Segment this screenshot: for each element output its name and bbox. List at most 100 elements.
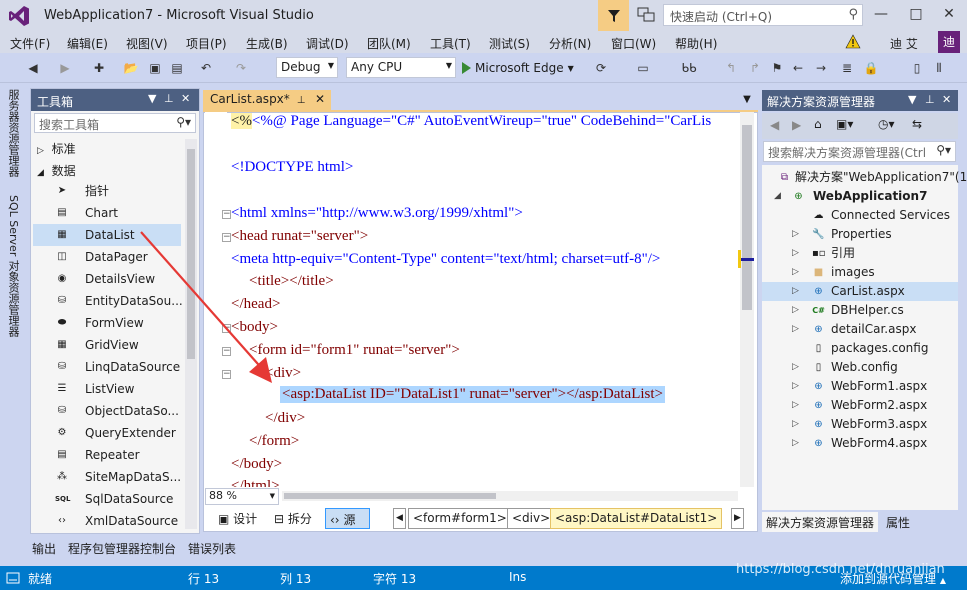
tab-carlist-aspx[interactable]: CarList.aspx* ⊥ ✕ xyxy=(203,90,331,110)
close-icon[interactable]: ✕ xyxy=(315,92,325,106)
tree-item-connected-services[interactable]: ☁ Connected Services xyxy=(762,206,958,225)
tree-item-web-config[interactable]: ▷ ▯ Web.config xyxy=(762,358,958,377)
solution-platform-select[interactable]: Any CPU ▼ xyxy=(346,57,456,78)
tree-item-images[interactable]: ▷ ■ images xyxy=(762,263,958,282)
tree-item-properties[interactable]: ▷ 🔧 Properties xyxy=(762,225,958,244)
editor-scroll-thumb[interactable] xyxy=(742,125,752,310)
server-explorer-tab[interactable]: 服务器资源管理器 xyxy=(5,89,21,177)
save-icon[interactable]: ▣ xyxy=(146,59,164,77)
menu-window[interactable]: 窗口(W) xyxy=(611,35,656,52)
breadcrumb-form[interactable]: <form#form1> xyxy=(408,508,512,529)
forward-icon[interactable]: ▶ xyxy=(792,118,801,132)
fold-toggle-icon[interactable]: − xyxy=(222,370,231,379)
tree-item-packages-config[interactable]: ▯ packages.config xyxy=(762,339,958,358)
breadcrumb-prev-button[interactable]: ◀ xyxy=(393,508,406,529)
step-forward-icon[interactable]: ↱ xyxy=(746,59,764,77)
pending-changes-icon[interactable]: ◷▾ xyxy=(878,117,895,131)
sql-server-object-explorer-tab[interactable]: SQL Server 对象资源管理器 xyxy=(5,195,21,337)
warning-icon[interactable] xyxy=(845,34,861,49)
minimize-button[interactable]: — xyxy=(871,4,891,24)
tree-item-webform1-aspx[interactable]: ▷ ⊕ WebForm1.aspx xyxy=(762,377,958,396)
breadcrumb-datalist[interactable]: <asp:DataList#DataList1> xyxy=(550,508,723,529)
toolbox-search-input[interactable]: 搜索工具箱 ⚲▾ xyxy=(34,113,196,133)
toolbox-item-objectdatasource[interactable]: ⛁ ObjectDataSo... xyxy=(33,400,181,422)
pin-icon[interactable]: ⊥ xyxy=(925,93,935,106)
toolbox-item-xmldatasource[interactable]: ‹› XmlDataSource xyxy=(33,510,181,532)
menu-team[interactable]: 团队(M) xyxy=(367,35,411,52)
breadcrumb-div[interactable]: <div> xyxy=(507,508,556,529)
expand-arrow-icon[interactable]: ▷ xyxy=(792,263,799,282)
close-icon[interactable]: ✕ xyxy=(942,93,951,106)
menu-view[interactable]: 视图(V) xyxy=(126,35,168,52)
menu-help[interactable]: 帮助(H) xyxy=(675,35,717,52)
toolbox-item-detailsview[interactable]: ◉ DetailsView xyxy=(33,268,181,290)
window-position-icon[interactable]: ▼ xyxy=(148,92,156,105)
fold-toggle-icon[interactable]: − xyxy=(222,324,231,333)
refresh-icon[interactable]: ⟳ xyxy=(592,59,610,77)
tab-error-list[interactable]: 错误列表 xyxy=(188,540,236,557)
expand-arrow-icon[interactable]: ▷ xyxy=(792,320,799,339)
back-icon[interactable]: ◀ xyxy=(24,59,42,77)
tree-item-webform2-aspx[interactable]: ▷ ⊕ WebForm2.aspx xyxy=(762,396,958,415)
tree-solution-node[interactable]: ⧉ 解决方案"WebApplication7"(1 xyxy=(762,168,967,187)
forward-icon[interactable]: ▶ xyxy=(56,59,74,77)
toolbar-options-icon[interactable]: ᑲᑲ xyxy=(680,59,698,77)
toolbox-item-queryextender[interactable]: ⚙ QueryExtender xyxy=(33,422,181,444)
save-all-icon[interactable]: ▤ xyxy=(168,59,186,77)
window-position-icon[interactable]: ▼ xyxy=(908,93,916,106)
nav-forward-icon[interactable]: → xyxy=(812,59,830,77)
menu-analyze[interactable]: 分析(N) xyxy=(549,35,591,52)
menu-test[interactable]: 测试(S) xyxy=(489,35,530,52)
undo-icon[interactable]: ↶ xyxy=(197,59,215,77)
nav-back-icon[interactable]: ← xyxy=(789,59,807,77)
tab-properties[interactable]: 属性 xyxy=(882,512,914,532)
toolbox-item-listview[interactable]: ☰ ListView xyxy=(33,378,181,400)
split-view-button[interactable]: ⊟ 拆分 xyxy=(270,508,316,529)
zoom-select[interactable]: 88 % ▼ xyxy=(205,488,279,505)
document-icon[interactable]: ▯ xyxy=(908,59,926,77)
start-debugging-button[interactable]: Microsoft Edge ▼ xyxy=(462,57,574,79)
notification-filter-button[interactable] xyxy=(598,0,629,31)
open-folder-icon[interactable]: 📂 xyxy=(122,59,140,77)
menu-project[interactable]: 项目(P) xyxy=(186,35,227,52)
pin-icon[interactable]: ⊥ xyxy=(164,92,174,105)
design-view-button[interactable]: ▣ 设计 xyxy=(214,508,261,529)
back-icon[interactable]: ◀ xyxy=(770,118,779,132)
expand-arrow-icon[interactable]: ▷ xyxy=(792,434,799,453)
menu-build[interactable]: 生成(B) xyxy=(246,35,288,52)
menu-edit[interactable]: 编辑(E) xyxy=(67,35,108,52)
menu-tools[interactable]: 工具(T) xyxy=(430,35,471,52)
editor-hscroll-thumb[interactable] xyxy=(284,493,496,499)
toolbox-item-sitemapdatasource[interactable]: ⁂ SiteMapDataS... xyxy=(33,466,181,488)
output-status-icon[interactable] xyxy=(6,572,20,584)
fold-toggle-icon[interactable]: − xyxy=(222,210,231,219)
step-back-icon[interactable]: ↰ xyxy=(722,59,740,77)
split-icon[interactable]: ⫴ xyxy=(930,59,948,77)
tree-item-dbhelper-cs[interactable]: ▷ C# DBHelper.cs xyxy=(762,301,958,320)
toolbox-item-linqdatasource[interactable]: ⛁ LinqDataSource xyxy=(33,356,181,378)
tab-package-manager-console[interactable]: 程序包管理器控制台 xyxy=(68,540,176,557)
user-name[interactable]: 迪 艾 xyxy=(890,35,918,52)
expand-arrow-icon[interactable]: ▷ xyxy=(792,396,799,415)
tree-item-webform3-aspx[interactable]: ▷ ⊕ WebForm3.aspx xyxy=(762,415,958,434)
menu-file[interactable]: 文件(F) xyxy=(10,35,50,52)
tree-item-references[interactable]: ▷ ▪▫ 引用 xyxy=(762,244,958,263)
toolbox-scroll-thumb[interactable] xyxy=(187,149,195,359)
close-icon[interactable]: ✕ xyxy=(181,92,190,105)
tree-item-carlist-aspx[interactable]: ▷ ⊕ CarList.aspx xyxy=(762,282,958,301)
expand-arrow-icon[interactable]: ▷ xyxy=(792,377,799,396)
menu-debug[interactable]: 调试(D) xyxy=(306,35,349,52)
expand-arrow-icon[interactable]: ▷ xyxy=(792,415,799,434)
pin-icon[interactable]: ⊥ xyxy=(294,95,306,106)
sync-icon[interactable]: ▣▾ xyxy=(836,117,853,131)
tab-solution-explorer[interactable]: 解决方案资源管理器 xyxy=(762,512,879,532)
avatar[interactable]: 迪 xyxy=(938,31,960,53)
comment-icon[interactable]: ≣ xyxy=(838,59,856,77)
tree-item-webform4-aspx[interactable]: ▷ ⊕ WebForm4.aspx xyxy=(762,434,958,453)
toolbox-group-data[interactable]: ◢ 数据 xyxy=(37,162,76,179)
fold-toggle-icon[interactable]: − xyxy=(222,233,231,242)
source-view-button[interactable]: ‹› 源 xyxy=(325,508,370,529)
lock-icon[interactable]: 🔒 xyxy=(862,59,880,77)
toolbox-group-standard[interactable]: ▷ 标准 xyxy=(37,140,76,157)
tree-project-node[interactable]: ◢ ⊕ WebApplication7 xyxy=(762,187,958,206)
